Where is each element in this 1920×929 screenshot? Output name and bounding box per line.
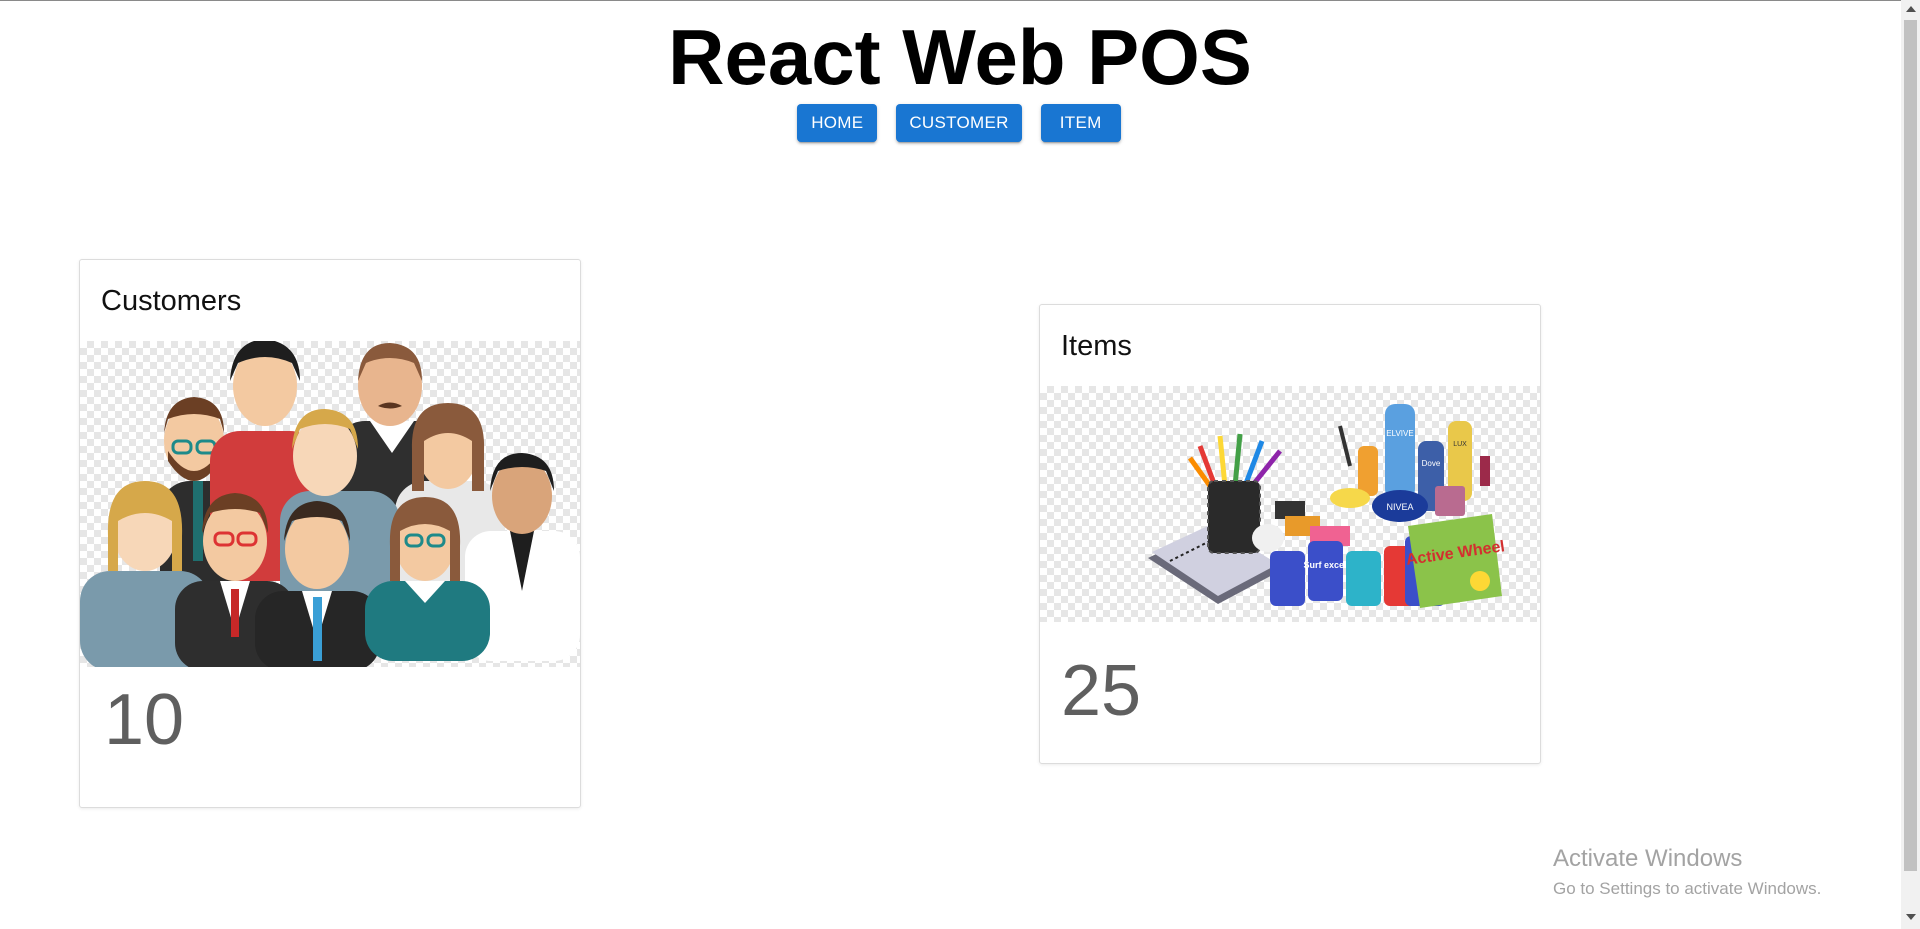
- items-card[interactable]: Items ELVIVE Dove LUX NIVEA Surf excel A…: [1039, 304, 1541, 764]
- customers-card[interactable]: Customers 10: [79, 259, 581, 808]
- items-count: 25: [1061, 651, 1142, 731]
- window-top-border: [0, 0, 1920, 1]
- products-illustration: ELVIVE Dove LUX NIVEA Surf excel Active …: [1148, 404, 1506, 608]
- items-image: ELVIVE Dove LUX NIVEA Surf excel Active …: [1040, 386, 1540, 622]
- watermark-title: Activate Windows: [1553, 845, 1743, 872]
- items-card-title: Items: [1061, 330, 1132, 362]
- customers-card-title: Customers: [101, 285, 242, 317]
- page-title: React Web POS: [668, 13, 1252, 101]
- product-label-elvive: ELVIVE: [1386, 429, 1413, 438]
- people-group-illustration: [80, 341, 580, 667]
- item-button[interactable]: Item: [1040, 104, 1121, 142]
- home-button[interactable]: Home: [797, 104, 878, 142]
- vertical-scrollbar[interactable]: [1901, 0, 1920, 929]
- scroll-down-icon[interactable]: [1906, 914, 1916, 920]
- wheel-pack-icon: Active Wheel: [1405, 514, 1506, 608]
- product-label-dove: Dove: [1422, 459, 1441, 468]
- product-label-lux: LUX: [1453, 441, 1467, 448]
- customers-count: 10: [104, 680, 185, 760]
- scroll-up-icon[interactable]: [1906, 6, 1916, 12]
- customers-image: [80, 341, 580, 667]
- customer-button[interactable]: Customer: [896, 104, 1022, 142]
- product-label-nivea: NIVEA: [1386, 502, 1413, 512]
- scrollbar-thumb[interactable]: [1904, 20, 1917, 871]
- watermark-subtitle: Go to Settings to activate Windows.: [1553, 879, 1822, 898]
- main-nav: Home Customer Item: [0, 104, 1920, 142]
- product-label-surf: Surf excel: [1303, 560, 1346, 570]
- windows-activation-watermark: Activate Windows Go to Settings to activ…: [1553, 845, 1821, 900]
